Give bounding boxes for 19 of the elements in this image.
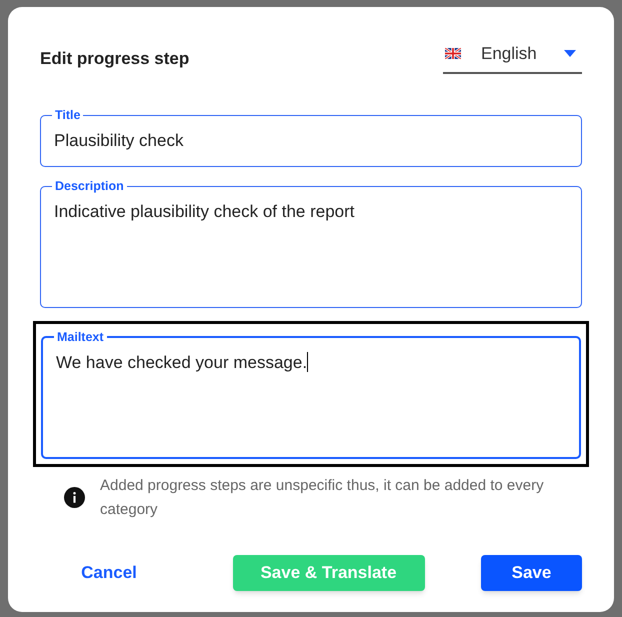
language-select[interactable]: English	[443, 35, 582, 74]
info-icon	[64, 487, 85, 508]
info-text: Added progress steps are unspecific thus, it can be added to every category	[100, 476, 545, 520]
field-label: Title	[54, 109, 82, 122]
dialog-title: Edit progress step	[40, 48, 190, 70]
text-area[interactable]: Description Indicative plausibility check of the report	[40, 180, 582, 308]
field-label: Description	[54, 180, 125, 192]
text-cursor	[307, 352, 308, 372]
cancel-button[interactable]: Cancel	[42, 555, 176, 591]
field-value: Indicative plausibility check of the report	[54, 200, 354, 222]
flag-icon	[445, 48, 461, 59]
field-value: We have checked your message.	[56, 352, 308, 374]
language-value: English	[481, 42, 538, 65]
caret-icon	[564, 50, 576, 57]
field-label: Mailtext	[56, 331, 105, 344]
save-button[interactable]: Save	[481, 555, 582, 591]
text-area[interactable]: Mailtext We have checked your message.	[41, 331, 581, 459]
field-value: Plausibility check	[54, 130, 184, 152]
input-field[interactable]: Title Plausibility check	[40, 109, 582, 167]
